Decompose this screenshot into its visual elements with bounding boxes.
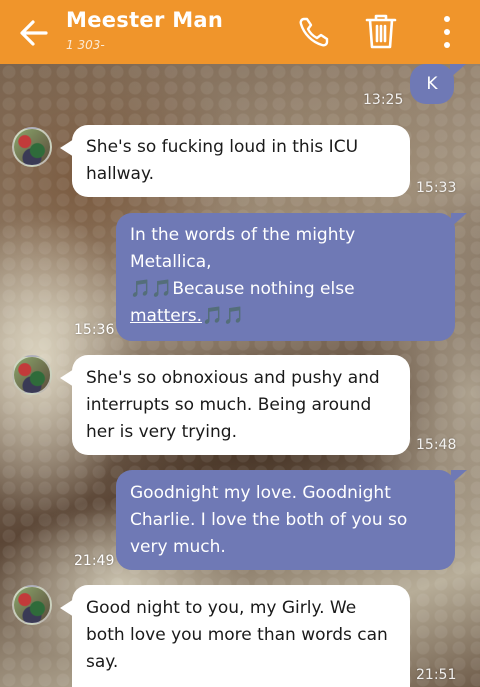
message-bubble-incoming[interactable]: She's so fucking loud in this ICU hallwa…	[60, 125, 410, 197]
message-time: 15:48	[416, 437, 457, 453]
app-header: Meester Man 1 303-	[0, 0, 480, 64]
message-text-line: In the words of the mighty	[130, 225, 356, 245]
message-bubble-outgoing[interactable]: In the words of the mighty Metallica, 🎵🎵…	[116, 213, 467, 341]
music-notes-emoji: 🎵🎵	[202, 306, 245, 326]
more-vert-icon[interactable]	[440, 14, 454, 50]
message-text: Good night to you, my Girly. We both lov…	[86, 598, 388, 672]
message-time: 15:36	[74, 322, 115, 338]
contact-avatar[interactable]	[12, 585, 52, 625]
message-text: K	[426, 74, 438, 94]
arrow-left-icon[interactable]	[16, 16, 52, 50]
contact-number: 1 303-	[66, 38, 105, 52]
message-text: Goodnight my love. Goodnight Charlie. I …	[130, 483, 408, 557]
message-text-line: 🎵🎵Because nothing else	[130, 276, 441, 303]
message-bubble-outgoing[interactable]: Goodnight my love. Goodnight Charlie. I …	[116, 470, 467, 570]
message-bubble-incoming[interactable]: She's so obnoxious and pushy and interru…	[60, 355, 410, 455]
message-link[interactable]: matters.	[130, 306, 202, 326]
phone-icon[interactable]	[296, 14, 332, 50]
message-text-part: Because nothing else	[172, 279, 355, 299]
contact-avatar[interactable]	[12, 127, 52, 167]
contact-avatar[interactable]	[12, 355, 52, 395]
message-time: 21:51	[416, 667, 457, 683]
message-text: She's so fucking loud in this ICU hallwa…	[86, 137, 359, 184]
message-time: 21:49	[74, 553, 115, 569]
trash-icon[interactable]	[364, 12, 398, 50]
contact-name[interactable]: Meester Man	[66, 8, 223, 32]
message-time: 13:25	[363, 92, 404, 108]
message-time: 15:33	[416, 180, 457, 196]
music-notes-emoji: 🎵🎵	[130, 279, 173, 299]
message-bubble-outgoing[interactable]: K	[410, 64, 466, 104]
message-text-line: Metallica,	[130, 252, 212, 272]
message-text-line: matters.🎵🎵	[130, 303, 441, 330]
message-text: She's so obnoxious and pushy and interru…	[86, 368, 380, 442]
message-bubble-incoming[interactable]: Good night to you, my Girly. We both lov…	[60, 585, 410, 687]
